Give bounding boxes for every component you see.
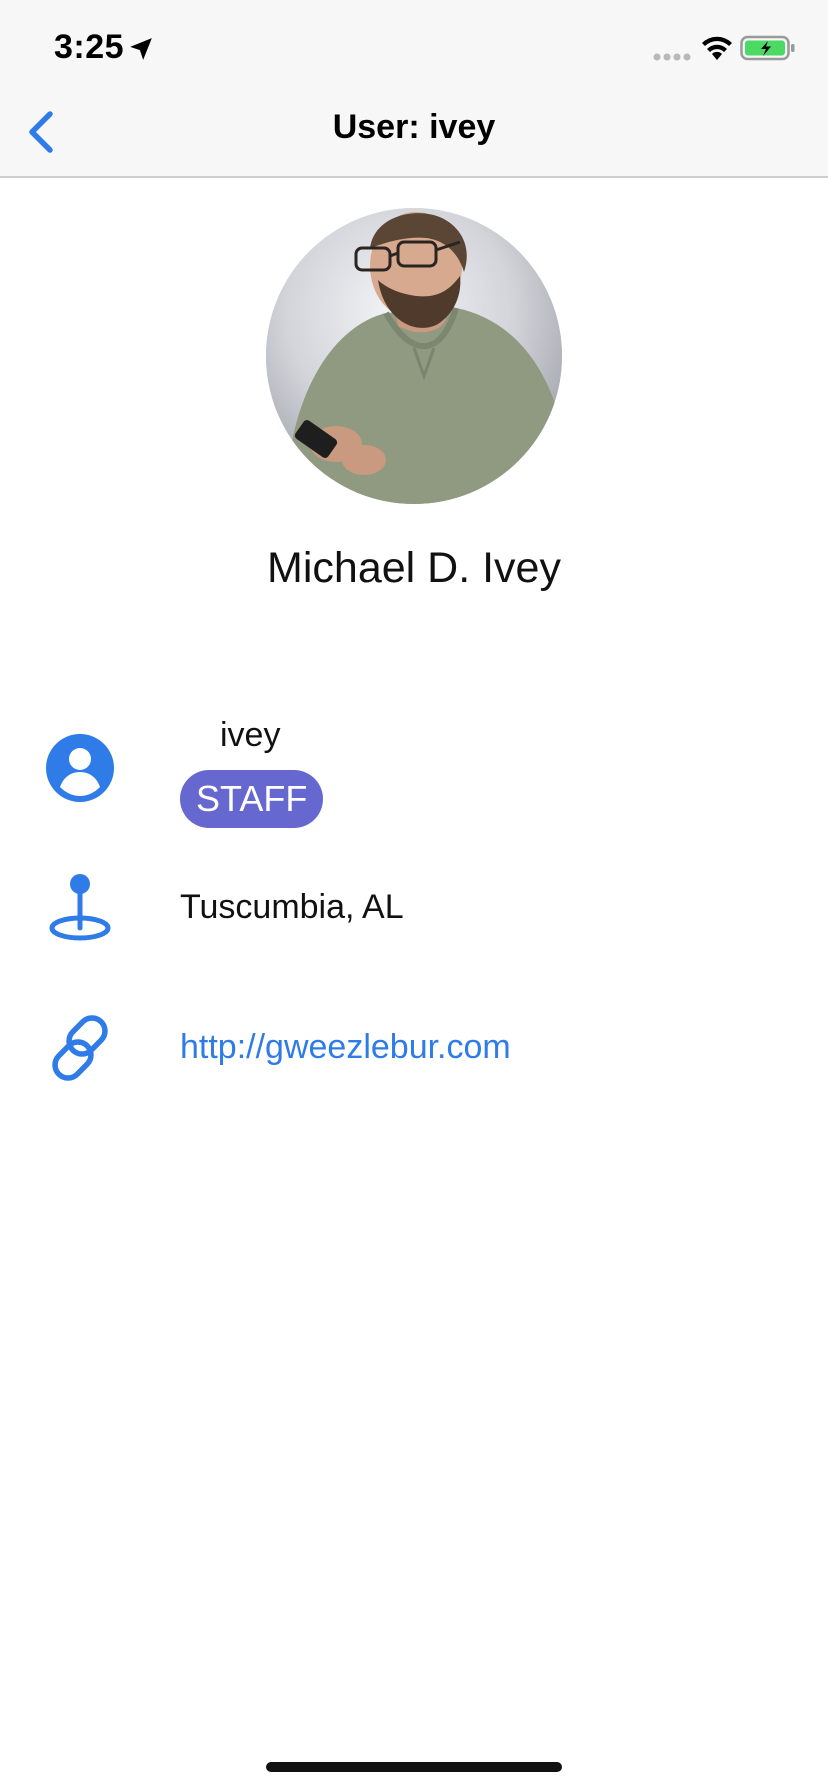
profile-name: Michael D. Ivey	[267, 544, 561, 592]
nav-title: User: ivey	[332, 108, 496, 146]
staff-badge: STAFF	[180, 770, 324, 828]
location-text: Tuscumbia, AL	[180, 888, 404, 926]
link-icon	[52, 1015, 108, 1081]
battery-charging-icon	[740, 35, 795, 61]
profile-photo	[266, 208, 562, 504]
user-circle-icon	[46, 734, 114, 802]
user-profile-screen: 3:25 User: ivey Michael D. Ivey ivey STA…	[0, 0, 828, 1792]
home-indicator[interactable]	[266, 1762, 562, 1772]
website-link[interactable]: http://gweezlebur.com	[180, 1028, 511, 1067]
map-pin-icon	[49, 874, 111, 941]
status-time: 3:25	[54, 28, 125, 66]
avatar	[266, 208, 562, 504]
cellular-signal-icon	[653, 53, 691, 61]
navigation-bar: 3:25 User: ivey	[0, 0, 828, 178]
wifi-icon	[702, 36, 732, 60]
username: ivey	[220, 716, 281, 754]
location-arrow-icon	[130, 38, 152, 60]
